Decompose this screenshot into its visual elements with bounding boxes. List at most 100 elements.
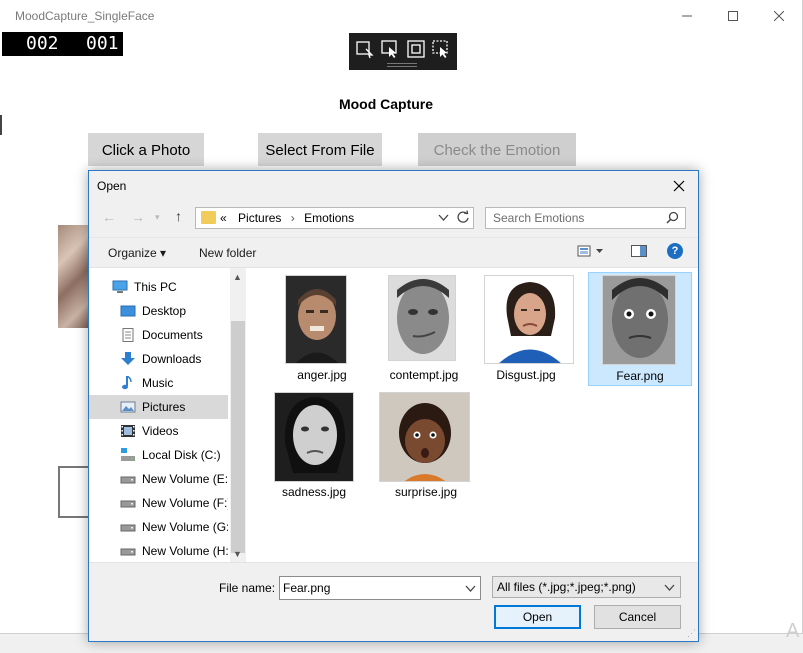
nav-item-videos[interactable]: Videos (89, 419, 228, 443)
breadcrumb-separator[interactable]: › (291, 211, 295, 225)
file-contempt[interactable]: contempt.jpg (372, 272, 476, 386)
scrollbar-thumb[interactable] (231, 321, 245, 553)
minimize-button[interactable] (664, 0, 710, 32)
nav-item-label: Downloads (142, 352, 202, 366)
folder-icon (201, 211, 216, 224)
scroll-down-icon[interactable]: ▼ (233, 549, 242, 559)
frame-counter: 002 001 (2, 32, 123, 56)
file-thumbnail (379, 392, 470, 482)
desktop-icon (120, 304, 136, 318)
file-type-value: All files (*.jpg;*.jpeg;*.png) (497, 580, 636, 594)
close-icon (774, 11, 784, 21)
resize-grip-icon[interactable]: ⋰ (687, 628, 696, 639)
nav-item-music[interactable]: Music (89, 371, 228, 395)
file-name: Fear.png (616, 369, 664, 383)
nav-item-this-pc[interactable]: This PC (89, 275, 228, 299)
left-edge-mark (0, 115, 2, 135)
nav-item-downloads[interactable]: Downloads (89, 347, 228, 371)
app-heading: Mood Capture (338, 96, 434, 112)
breadcrumb-overflow[interactable]: « (220, 211, 227, 225)
file-name-field[interactable]: Fear.png (279, 576, 481, 600)
click-photo-button[interactable]: Click a Photo (88, 133, 204, 166)
search-box[interactable]: Search Emotions (485, 207, 686, 229)
file-sadness[interactable]: sadness.jpg (262, 389, 366, 503)
forward-arrow-icon[interactable]: → (131, 209, 145, 225)
drive-icon (120, 520, 136, 534)
music-icon (120, 375, 136, 390)
breadcrumb: « Pictures › Emotions (220, 211, 354, 225)
file-name-value[interactable]: Fear.png (283, 581, 330, 595)
pointer-select-icon[interactable] (380, 39, 400, 59)
toolbar-grip[interactable] (387, 63, 417, 67)
nav-item-local-disk-c[interactable]: Local Disk (C:) (89, 443, 228, 467)
dialog-close-button[interactable] (666, 175, 692, 197)
maximize-button[interactable] (710, 0, 756, 32)
file-thumbnail (388, 275, 456, 361)
file-name-dropdown-icon[interactable] (465, 581, 476, 598)
scroll-up-icon[interactable]: ▲ (233, 272, 242, 282)
nav-item-label: New Volume (F:) (142, 496, 228, 510)
file-name: surprise.jpg (394, 485, 458, 499)
breadcrumb-emotions[interactable]: Emotions (304, 211, 354, 225)
organize-menu[interactable]: Organize ▾ (108, 246, 166, 260)
file-type-filter[interactable]: All files (*.jpg;*.jpeg;*.png) (492, 576, 681, 598)
file-name-label: File name: (219, 581, 276, 595)
file-thumbnail (274, 392, 354, 482)
change-view-icon[interactable] (577, 244, 607, 261)
nav-item-volume-h[interactable]: New Volume (H:) (89, 539, 228, 563)
new-folder-button[interactable]: New folder (199, 246, 256, 260)
close-icon (673, 180, 685, 192)
open-file-dialog: Open ← → ▾ ↑ « Pictures › Emotions Searc… (88, 170, 699, 642)
help-icon[interactable]: ? (667, 243, 683, 259)
file-list: anger.jpg contempt.jpg Disgust.jpg Fear.… (246, 268, 698, 562)
drive-icon (120, 472, 136, 486)
open-button[interactable]: Open (494, 605, 581, 629)
nav-item-documents[interactable]: Documents (89, 323, 228, 347)
activation-watermark: A (786, 620, 800, 642)
minimize-icon (682, 15, 692, 17)
refresh-icon[interactable] (456, 210, 470, 227)
navigation-bar: ← → ▾ ↑ « Pictures › Emotions Search Emo… (89, 205, 698, 231)
downloads-icon (120, 352, 136, 366)
nav-item-label: New Volume (G:) (142, 520, 228, 534)
file-disgust[interactable]: Disgust.jpg (474, 272, 578, 386)
file-thumbnail (602, 275, 676, 365)
preview-pane-icon[interactable] (631, 244, 647, 261)
dialog-footer: File name: Fear.png All files (*.jpg;*.j… (89, 567, 698, 641)
counter-left: 002 (26, 33, 59, 54)
nav-item-label: This PC (134, 280, 177, 294)
file-anger[interactable]: anger.jpg (270, 272, 374, 386)
dialog-title: Open (97, 179, 127, 193)
videos-icon (120, 424, 136, 438)
file-name: contempt.jpg (389, 368, 459, 382)
file-thumbnail (285, 275, 347, 364)
search-input[interactable]: Search Emotions (493, 211, 584, 225)
up-arrow-icon[interactable]: ↑ (175, 208, 182, 224)
browser-body: This PC Desktop Documents Downloads Musi… (89, 267, 698, 563)
nav-item-desktop[interactable]: Desktop (89, 299, 228, 323)
select-element-icon[interactable] (355, 39, 375, 59)
nav-item-volume-e[interactable]: New Volume (E:) (89, 467, 228, 491)
select-file-button[interactable]: Select From File (258, 133, 382, 166)
track-focus-icon[interactable] (431, 39, 451, 59)
breadcrumb-pictures[interactable]: Pictures (238, 211, 281, 225)
nav-item-pictures[interactable]: Pictures (89, 395, 228, 419)
recent-locations-chevron-icon[interactable]: ▾ (155, 212, 160, 223)
cancel-button[interactable]: Cancel (594, 605, 681, 629)
file-fear[interactable]: Fear.png (588, 272, 692, 386)
nav-item-volume-g[interactable]: New Volume (G:) (89, 515, 228, 539)
address-bar[interactable]: « Pictures › Emotions (195, 207, 474, 229)
file-thumbnail (484, 275, 574, 364)
nav-item-label: Local Disk (C:) (142, 448, 221, 462)
file-surprise[interactable]: surprise.jpg (374, 389, 478, 503)
pictures-icon (120, 400, 136, 414)
drive-icon (120, 544, 136, 558)
maximize-icon (728, 11, 738, 21)
close-button[interactable] (756, 0, 802, 32)
address-dropdown-chevron-icon[interactable] (438, 210, 449, 227)
nav-pane-scrollbar[interactable]: ▲ ▼ (230, 268, 246, 562)
nav-item-volume-f[interactable]: New Volume (F:) (89, 491, 228, 515)
navigation-pane: This PC Desktop Documents Downloads Musi… (89, 268, 230, 562)
layout-bounds-icon[interactable] (406, 39, 426, 59)
back-arrow-icon[interactable]: ← (102, 209, 116, 225)
